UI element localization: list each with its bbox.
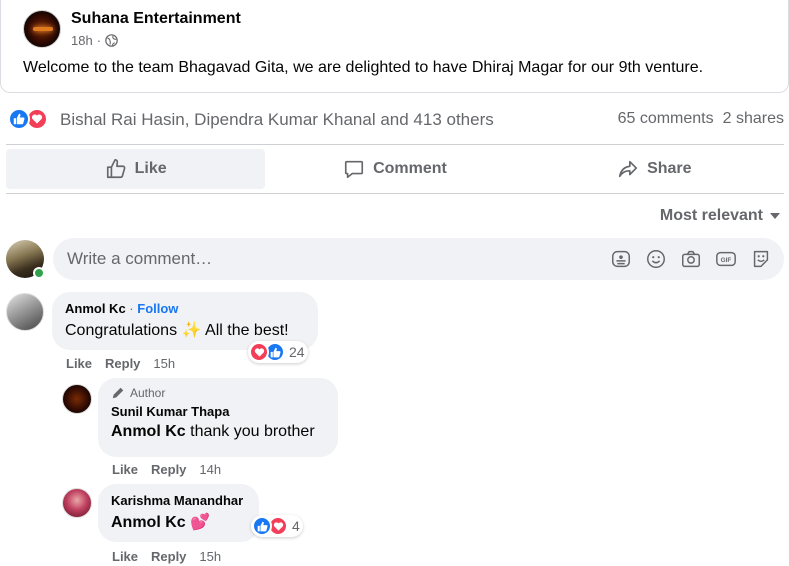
comment-actions: Like Reply 15h bbox=[66, 356, 175, 371]
share-label: Share bbox=[647, 160, 692, 177]
reply-reply-link[interactable]: Reply bbox=[151, 462, 186, 477]
mention-link[interactable]: Anmol Kc bbox=[111, 514, 186, 531]
like-label: Like bbox=[134, 160, 167, 177]
emoji-icon[interactable] bbox=[645, 248, 667, 270]
commenter-avatar[interactable] bbox=[6, 293, 44, 331]
reply-like-link[interactable]: Like bbox=[112, 462, 138, 477]
composer-tools: GIF bbox=[610, 248, 772, 270]
post-text: Welcome to the team Bhagavad Gita, we ar… bbox=[23, 59, 704, 76]
share-button[interactable]: Share bbox=[525, 149, 784, 189]
engagement-counts: 65 comments 2 shares bbox=[618, 110, 784, 128]
reply-text: Anmol Kc 💕 bbox=[111, 512, 246, 532]
page-name[interactable]: Suhana Entertainment bbox=[71, 10, 241, 28]
follow-link[interactable]: Follow bbox=[137, 301, 178, 316]
reaction-summary: Bishal Rai Hasin, Dipendra Kumar Khanal … bbox=[0, 106, 789, 134]
post-card: Suhana Entertainment 18h · Welcome to th… bbox=[0, 0, 789, 93]
pencil-icon bbox=[112, 387, 124, 399]
comment-reactions[interactable]: 4 bbox=[251, 515, 303, 537]
shares-count[interactable]: 2 shares bbox=[723, 110, 784, 128]
sparkles-emoji: ✨ bbox=[181, 322, 202, 339]
separator: · bbox=[129, 301, 134, 316]
reaction-count: 24 bbox=[289, 344, 305, 360]
post-time[interactable]: 18h bbox=[71, 33, 93, 48]
like-reaction-icon bbox=[252, 516, 272, 536]
reply-bubble: Karishma Manandhar Anmol Kc 💕 bbox=[98, 484, 259, 542]
commenter-avatar[interactable] bbox=[62, 488, 92, 518]
author-label: Author bbox=[130, 386, 166, 400]
commenter-name[interactable]: Sunil Kumar Thapa bbox=[111, 404, 325, 419]
comment-author: Anmol Kc · Follow bbox=[65, 301, 305, 316]
love-reaction-icon bbox=[249, 342, 269, 362]
comments-count[interactable]: 65 comments bbox=[618, 110, 714, 128]
comment-like-link[interactable]: Like bbox=[66, 356, 92, 371]
reply-actions: Like Reply 14h bbox=[112, 462, 221, 477]
reply-actions: Like Reply 15h bbox=[112, 549, 221, 564]
comment-composer: GIF bbox=[6, 238, 784, 280]
action-bar: Like Comment Share bbox=[6, 144, 784, 194]
caret-down-icon bbox=[770, 213, 780, 219]
reply-reply-link[interactable]: Reply bbox=[151, 549, 186, 564]
reply-time[interactable]: 15h bbox=[199, 549, 221, 564]
reply-like-link[interactable]: Like bbox=[112, 549, 138, 564]
comment-icon bbox=[345, 160, 364, 179]
author-avatar[interactable] bbox=[62, 384, 92, 414]
share-icon bbox=[619, 160, 638, 178]
comment-text-end: All the best! bbox=[205, 322, 289, 339]
comment-time[interactable]: 15h bbox=[153, 356, 175, 371]
globe-icon[interactable] bbox=[105, 34, 118, 47]
like-reaction-icon bbox=[8, 108, 30, 130]
post-meta: 18h · bbox=[71, 33, 118, 48]
like-button[interactable]: Like bbox=[6, 149, 266, 189]
meta-separator: · bbox=[96, 33, 102, 48]
thumbs-up-icon bbox=[106, 159, 126, 179]
svg-text:GIF: GIF bbox=[721, 257, 732, 264]
reactors-text[interactable]: Bishal Rai Hasin, Dipendra Kumar Khanal … bbox=[60, 110, 494, 130]
camera-icon[interactable] bbox=[680, 248, 702, 270]
reaction-icons[interactable] bbox=[8, 108, 48, 130]
gif-icon[interactable]: GIF bbox=[715, 248, 737, 270]
hearts-emoji: 💕 bbox=[190, 514, 211, 531]
sticker-icon[interactable] bbox=[750, 248, 772, 270]
mention-link[interactable]: Anmol Kc bbox=[111, 423, 186, 440]
avatar-sticker-icon[interactable] bbox=[610, 248, 632, 270]
page-avatar[interactable] bbox=[23, 10, 61, 48]
reply-body: thank you brother bbox=[190, 423, 315, 440]
comment-button[interactable]: Comment bbox=[265, 149, 524, 189]
reply-bubble: Author Sunil Kumar Thapa Anmol Kc thank … bbox=[98, 378, 338, 457]
comment-reply-link[interactable]: Reply bbox=[105, 356, 140, 371]
online-status-dot bbox=[33, 267, 45, 279]
commenter-name[interactable]: Karishma Manandhar bbox=[111, 493, 246, 508]
reply-text: Anmol Kc thank you brother bbox=[111, 423, 325, 441]
comment-label: Comment bbox=[373, 160, 447, 177]
reaction-count: 4 bbox=[292, 518, 300, 534]
author-badge: Author bbox=[111, 386, 325, 400]
comment-reactions[interactable]: 24 bbox=[248, 341, 308, 363]
sort-label: Most relevant bbox=[659, 207, 763, 224]
comment-sort-dropdown[interactable]: Most relevant bbox=[660, 207, 781, 225]
comment-text-start: Congratulations bbox=[65, 322, 178, 339]
comment-text: Congratulations ✨ All the best! bbox=[65, 320, 305, 340]
reply-time[interactable]: 14h bbox=[199, 462, 221, 477]
commenter-name[interactable]: Anmol Kc bbox=[65, 301, 126, 316]
